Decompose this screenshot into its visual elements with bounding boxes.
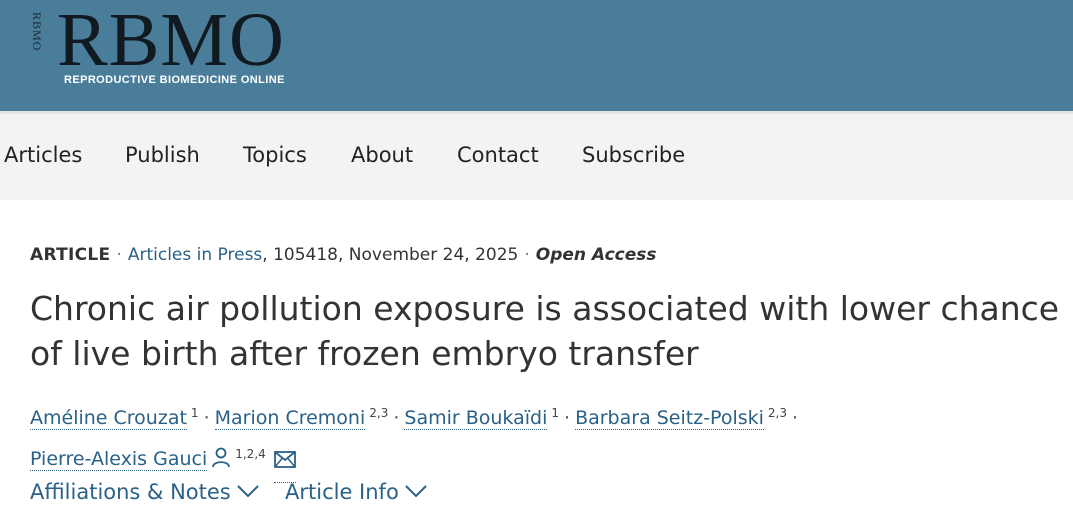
author-link[interactable]: Marion Cremoni (214, 407, 366, 430)
article-info-toggle[interactable]: Article Info (285, 479, 427, 504)
nav-articles[interactable]: Articles (4, 143, 82, 167)
author-separator: · (393, 407, 400, 429)
envelope-icon[interactable] (273, 444, 296, 483)
author-link[interactable]: Samir Boukaïdi (404, 407, 548, 430)
site-header: RBMO RBMO REPRODUCTIVE BIOMEDICINE ONLIN… (0, 0, 1073, 111)
article-info-label: Article Info (285, 480, 399, 504)
chevron-down-icon (237, 479, 259, 503)
author-affiliation-sup[interactable]: 2,3 (369, 406, 388, 420)
person-icon[interactable] (211, 444, 231, 480)
nav-subscribe[interactable]: Subscribe (582, 143, 685, 167)
nav-about[interactable]: About (351, 143, 413, 167)
author-affiliation-sup[interactable]: 2,3 (768, 406, 787, 420)
author-affiliation-sup[interactable]: 1 (191, 406, 199, 420)
site-logo[interactable]: RBMO (57, 2, 285, 78)
chevron-down-icon (405, 479, 427, 503)
author-link[interactable]: Barbara Seitz-Polski (575, 407, 764, 430)
nav-topics[interactable]: Topics (243, 143, 307, 167)
article-meta: ARTICLE · Articles in Press, 105418, Novem… (30, 245, 657, 265)
author-link[interactable]: Améline Crouzat (30, 407, 187, 430)
article-details: , 105418, November 24, 2025 (262, 245, 519, 265)
author-link[interactable]: Pierre-Alexis Gauci (30, 448, 208, 471)
article-type: ARTICLE (30, 245, 111, 265)
author-affiliation-sup[interactable]: 1,2,4 (235, 447, 266, 461)
articles-in-press-link[interactable]: Articles in Press (128, 245, 262, 265)
logo-vertical-text: RBMO (30, 12, 44, 52)
meta-separator: · (524, 245, 530, 265)
affiliations-notes-label: Affiliations & Notes (30, 480, 231, 504)
meta-separator: · (116, 245, 122, 265)
author-affiliation-sup[interactable]: 1 (551, 406, 559, 420)
author-separator: · (203, 407, 210, 429)
open-access-badge: Open Access (535, 245, 657, 265)
logo-subtitle: REPRODUCTIVE BIOMEDICINE ONLINE (64, 74, 285, 86)
author-separator: · (564, 407, 571, 429)
main-navigation: Articles Publish Topics About Contact Su… (0, 111, 1073, 200)
author-separator: · (792, 407, 799, 429)
affiliations-notes-toggle[interactable]: Affiliations & Notes (30, 479, 259, 504)
nav-contact[interactable]: Contact (457, 143, 539, 167)
nav-publish[interactable]: Publish (125, 143, 200, 167)
author-list: Améline Crouzat 1 · Marion Cremoni 2,3 · Samir… (30, 395, 1070, 483)
article-title: Chronic air pollution exposure is associ… (30, 289, 1060, 373)
